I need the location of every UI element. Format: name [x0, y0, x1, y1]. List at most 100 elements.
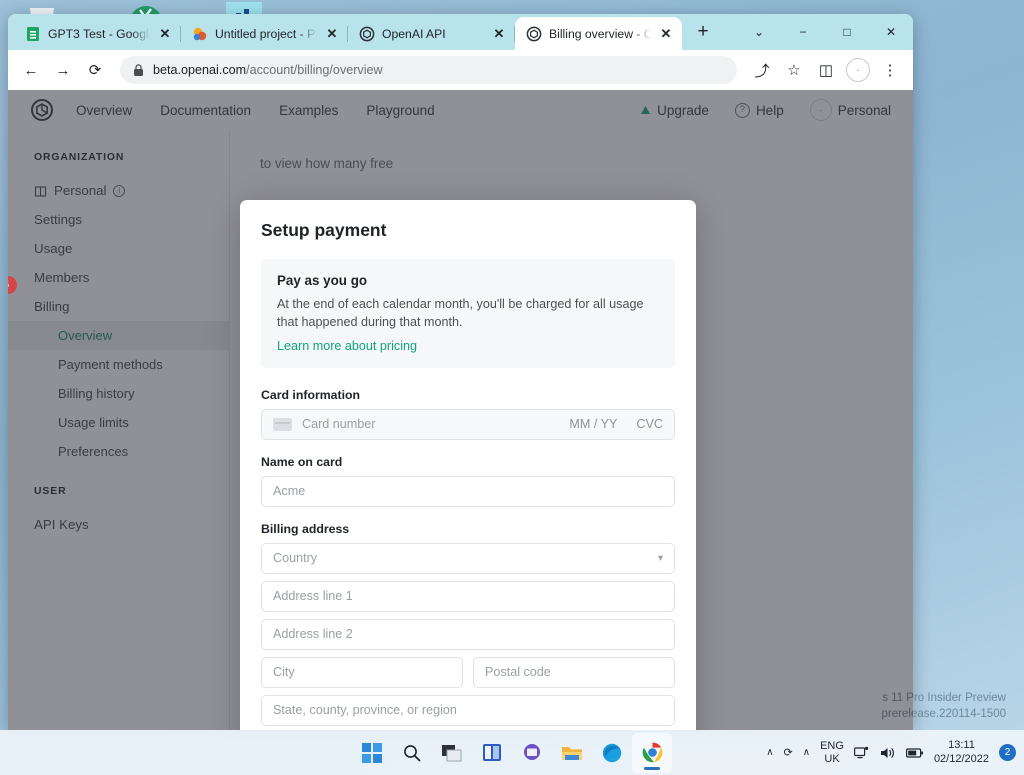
- sheets-icon: [27, 27, 39, 41]
- browser-menu-icon[interactable]: ⋮: [875, 55, 905, 85]
- teams-chat-glyph: [524, 743, 540, 760]
- browser-tab-title: OpenAI API: [382, 27, 446, 41]
- address-line-1-placeholder: Address line 1: [273, 589, 353, 603]
- tray-hidden-icon[interactable]: ∧: [803, 747, 810, 758]
- address-line-2-input[interactable]: Address line 2: [261, 618, 675, 650]
- state-region-placeholder: State, county, province, or region: [273, 703, 457, 717]
- tab-close-icon[interactable]: ✕: [658, 26, 674, 42]
- field-gap: [261, 507, 675, 522]
- clock-time: 13:11: [948, 738, 975, 751]
- city-input[interactable]: City: [261, 656, 463, 688]
- setup-payment-modal: Setup payment Pay as you go At the end o…: [240, 200, 696, 730]
- reload-button[interactable]: ⟳: [80, 55, 110, 85]
- close-window-button[interactable]: ✕: [869, 16, 913, 48]
- volume-icon[interactable]: [880, 746, 896, 760]
- payg-title: Pay as you go: [277, 273, 368, 288]
- task-view-glyph: [442, 744, 462, 761]
- profile-button[interactable]: ·: [843, 55, 873, 85]
- country-placeholder: Country: [273, 551, 318, 565]
- edge-icon[interactable]: [592, 733, 632, 773]
- country-select[interactable]: Country ▾: [261, 542, 675, 574]
- language-line-1: ENG: [820, 739, 844, 752]
- network-icon[interactable]: [853, 746, 870, 760]
- collections-icon[interactable]: ◫: [811, 55, 841, 85]
- payg-description: At the end of each calendar month, you'l…: [277, 297, 644, 330]
- notification-count-badge[interactable]: 2: [999, 744, 1016, 761]
- language-line-2: UK: [824, 752, 840, 765]
- task-view-icon[interactable]: [432, 733, 472, 773]
- folder-glyph: [562, 746, 582, 760]
- state-region-input[interactable]: State, county, province, or region: [261, 694, 675, 726]
- field-gap: [261, 574, 675, 581]
- city-placeholder: City: [273, 665, 295, 679]
- clock-date: 02/12/2022: [933, 752, 989, 765]
- chevron-down-icon: ▾: [657, 552, 663, 564]
- card-number-input[interactable]: Card number MM / YY CVC: [261, 408, 675, 440]
- new-tab-button[interactable]: +: [689, 19, 717, 47]
- city-postal-row: City Postal code: [261, 656, 675, 688]
- tab-close-icon[interactable]: ✕: [157, 26, 173, 42]
- card-information-label: Card information: [261, 387, 361, 402]
- tab-search-icon[interactable]: ⌄: [737, 16, 781, 48]
- battery-icon[interactable]: [905, 747, 924, 759]
- page-content: Overview Documentation Examples Playgrou…: [8, 90, 913, 730]
- share-icon[interactable]: ⤴: [747, 55, 777, 85]
- field-gap: [261, 650, 675, 657]
- magnifier-icon: [404, 744, 421, 762]
- window-controls: ⌄ − □ ✕: [737, 14, 913, 50]
- browser-toolbar: ← → ⟳ beta.openai.com/account/billing/ov…: [8, 50, 913, 90]
- project-icon: [193, 27, 207, 41]
- tab-strip: GPT3 Test - Google She ✕ Untitled projec…: [8, 14, 913, 50]
- pay-as-you-go-panel: Pay as you go At the end of each calenda…: [261, 259, 675, 368]
- widgets-icon[interactable]: [472, 733, 512, 773]
- address-line-1-input[interactable]: Address line 1: [261, 580, 675, 612]
- postal-code-placeholder: Postal code: [485, 665, 551, 679]
- browser-tab-title: Untitled project - Projec: [215, 27, 317, 41]
- tray-overflow-icon[interactable]: ∧: [766, 747, 773, 758]
- field-gap: [261, 440, 675, 455]
- postal-code-input[interactable]: Postal code: [473, 656, 675, 688]
- taskbar: ∧ ⟳ ∧ ENG UK 13:11 02/12/2022 2: [0, 730, 1024, 775]
- lock-icon: [134, 63, 143, 76]
- minimize-button[interactable]: −: [781, 16, 825, 48]
- learn-more-pricing-link[interactable]: Learn more about pricing: [277, 339, 659, 353]
- name-on-card-label: Name on card: [261, 454, 343, 469]
- widgets-glyph: [483, 743, 501, 761]
- openai-icon: [526, 26, 542, 41]
- chrome-icon[interactable]: [632, 732, 672, 773]
- browser-tab-1[interactable]: GPT3 Test - Google She ✕: [14, 18, 181, 50]
- forward-button[interactable]: →: [48, 55, 78, 85]
- address-bar-url: beta.openai.com/account/billing/overview: [153, 63, 383, 77]
- browser-tab-2[interactable]: Untitled project - Projec ✕: [181, 18, 348, 50]
- card-number-placeholder: Card number: [302, 417, 376, 431]
- chrome-glyph: [642, 742, 662, 763]
- modal-title: Setup payment: [261, 220, 387, 240]
- bookmark-star-icon[interactable]: ☆: [779, 55, 809, 85]
- search-icon[interactable]: [392, 733, 432, 773]
- profile-avatar-icon: ·: [846, 58, 870, 82]
- card-cvc-placeholder: CVC: [636, 417, 663, 431]
- address-line-2-placeholder: Address line 2: [273, 627, 353, 641]
- browser-tab-title: Billing overview - OpenA: [549, 26, 651, 41]
- file-explorer-icon[interactable]: [552, 733, 592, 773]
- tab-close-icon[interactable]: ✕: [491, 26, 507, 42]
- start-icon[interactable]: [352, 733, 392, 773]
- windows-start-icon: [362, 742, 382, 763]
- name-on-card-input[interactable]: Acme: [261, 475, 675, 507]
- maximize-button[interactable]: □: [825, 16, 869, 48]
- name-on-card-placeholder: Acme: [273, 484, 306, 498]
- billing-address-label: Billing address: [261, 521, 350, 536]
- url-host: beta.openai.com: [153, 63, 247, 77]
- language-indicator[interactable]: ENG UK: [820, 740, 844, 765]
- field-gap: [261, 612, 675, 619]
- chat-icon[interactable]: [512, 733, 552, 773]
- desktop: s 11 Pro Insider Preview prerelease.2201…: [0, 0, 1024, 775]
- clock[interactable]: 13:11 02/12/2022: [934, 739, 989, 767]
- browser-tab-3[interactable]: OpenAI API ✕: [348, 18, 515, 50]
- openai-icon: [359, 26, 375, 42]
- back-button[interactable]: ←: [16, 55, 46, 85]
- sync-icon[interactable]: ⟳: [784, 746, 793, 759]
- tab-close-icon[interactable]: ✕: [324, 26, 340, 42]
- browser-tab-4-active[interactable]: Billing overview - OpenA ✕: [515, 17, 682, 50]
- address-bar[interactable]: beta.openai.com/account/billing/overview: [120, 56, 737, 84]
